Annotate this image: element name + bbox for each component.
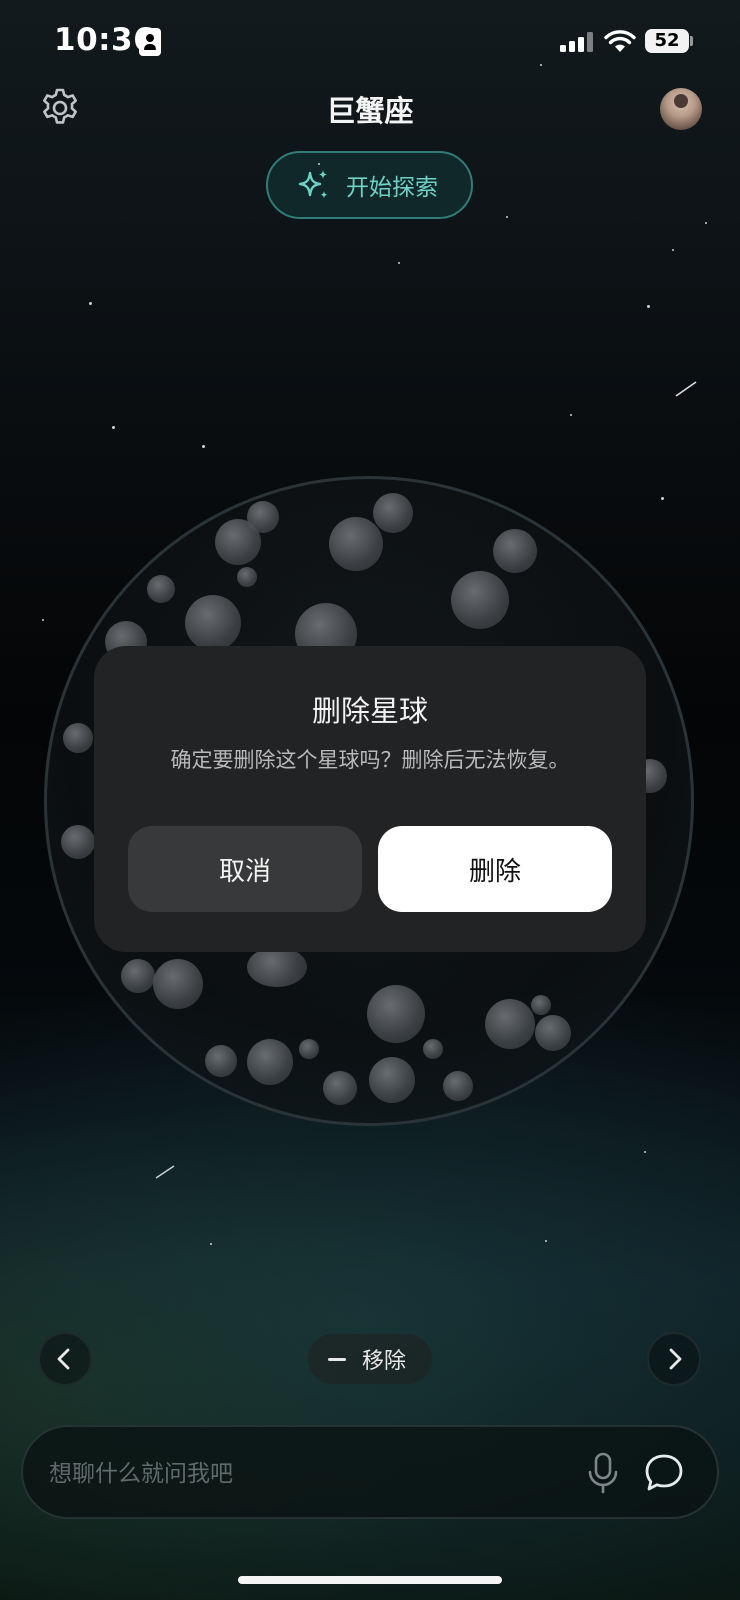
shooting-star: [675, 381, 697, 397]
remove-button[interactable]: 移除: [308, 1334, 432, 1384]
wifi-icon: [604, 30, 636, 52]
chevron-left-icon: [57, 1348, 70, 1370]
start-explore-button[interactable]: 开始探索: [266, 151, 473, 219]
chat-bar: [21, 1425, 719, 1519]
page-title: 巨蟹座: [326, 94, 414, 128]
cancel-button[interactable]: 取消: [128, 826, 362, 912]
cellular-signal-icon: [560, 32, 594, 52]
next-button[interactable]: [647, 1332, 701, 1386]
avatar[interactable]: [660, 88, 702, 130]
id-card-icon: [139, 28, 161, 56]
chat-input[interactable]: [49, 1455, 529, 1493]
minus-icon: [328, 1357, 346, 1361]
remove-label: 移除: [362, 1349, 407, 1374]
battery-nub: [690, 36, 693, 46]
dialog-message: 确定要删除这个星球吗？删除后无法恢复。: [170, 748, 570, 772]
dialog-title: 删除星球: [311, 694, 428, 728]
explore-label: 开始探索: [346, 175, 438, 201]
confirm-delete-button[interactable]: 删除: [378, 826, 612, 912]
home-indicator: [238, 1576, 502, 1584]
sparkles-icon: [298, 170, 328, 199]
chevron-right-icon: [669, 1348, 682, 1370]
microphone-icon[interactable]: [583, 1451, 623, 1495]
previous-button[interactable]: [38, 1332, 92, 1386]
chat-bubble-icon[interactable]: [641, 1451, 687, 1495]
shooting-star: [155, 1165, 175, 1179]
delete-planet-dialog: 删除星球 确定要删除这个星球吗？删除后无法恢复。 取消 删除: [94, 646, 646, 952]
battery-icon: 52: [645, 29, 689, 53]
